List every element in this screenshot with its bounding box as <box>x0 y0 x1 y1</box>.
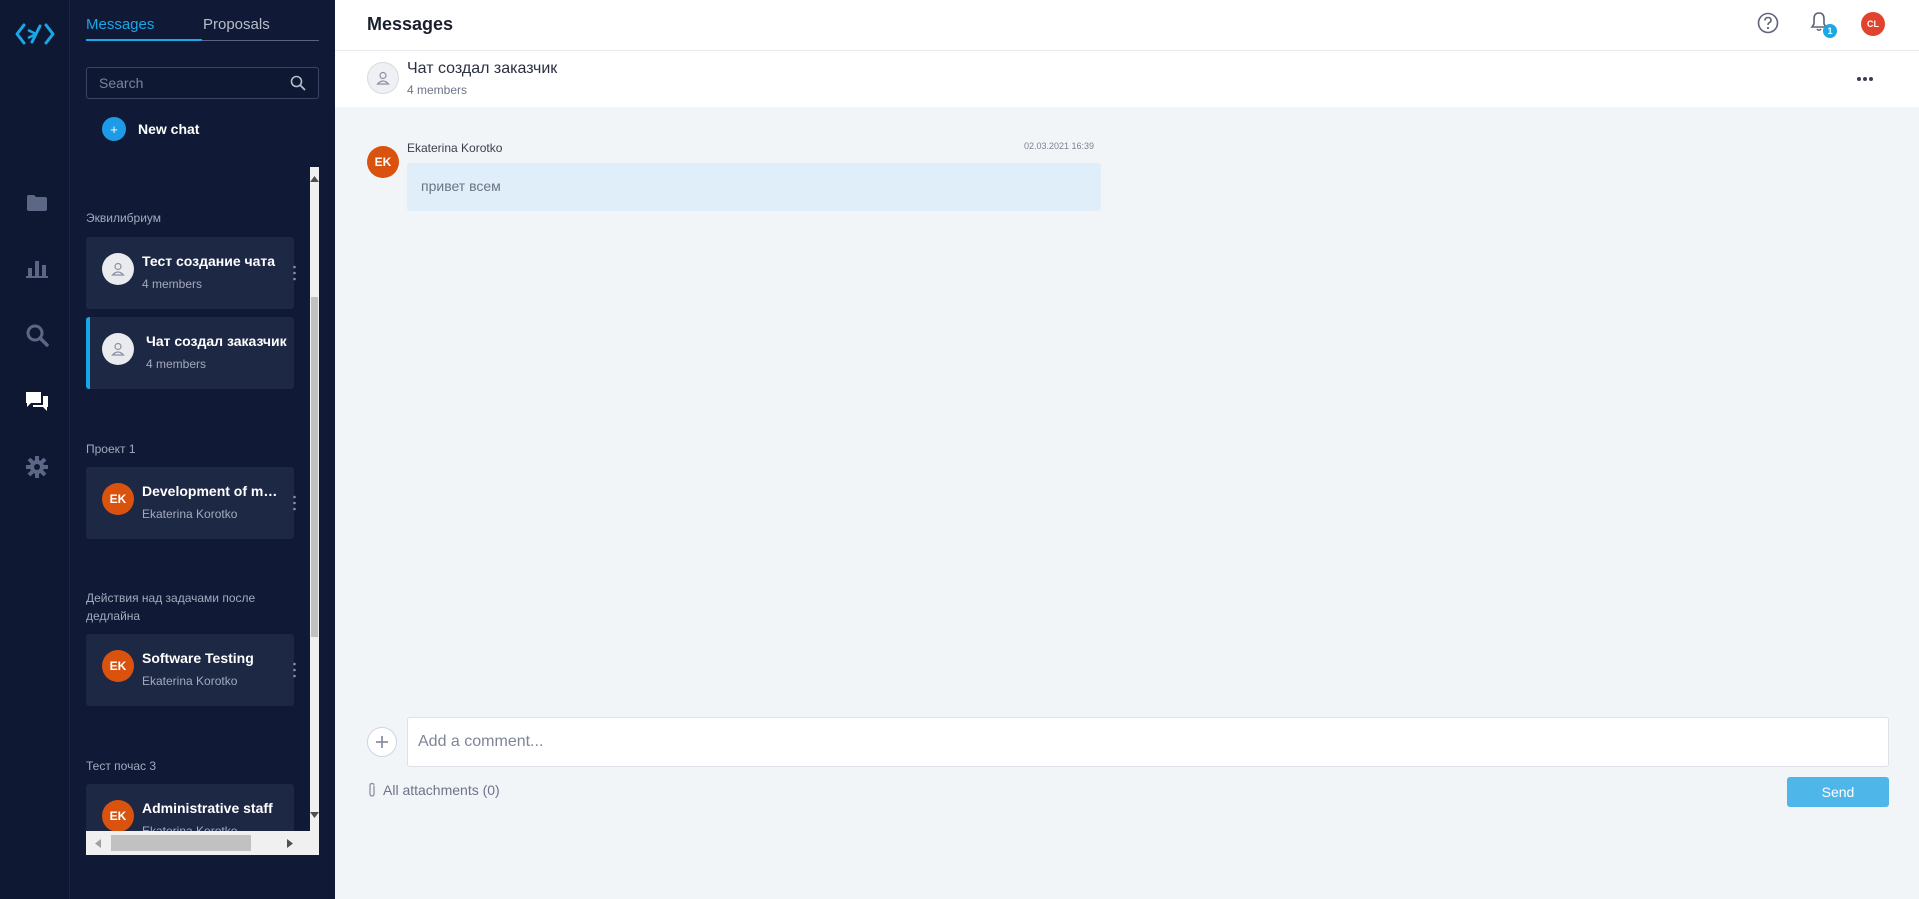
comment-input[interactable] <box>408 718 1888 766</box>
plus-icon <box>376 736 388 748</box>
chat-list[interactable]: Эквилибриум Тест создание чата 4 members… <box>86 167 319 855</box>
tab-proposals[interactable]: Proposals <box>203 16 270 33</box>
nav-rail <box>0 0 70 899</box>
rail-bar-chart-icon[interactable] <box>24 255 50 281</box>
chat-name: Тест создание чата <box>142 253 276 269</box>
group-title: Эквилибриум <box>86 211 162 225</box>
rail-chat-icon[interactable] <box>24 388 50 414</box>
message-timestamp: 02.03.2021 16:39 <box>1024 141 1095 151</box>
scrollbar-thumb[interactable] <box>111 835 251 851</box>
group-title: Тест почас 3 <box>86 759 157 773</box>
search-input[interactable] <box>87 68 277 98</box>
scroll-left-arrow-icon[interactable] <box>90 831 106 855</box>
group-avatar-icon <box>102 333 134 365</box>
avatar: EK <box>367 146 399 178</box>
avatar: EK <box>102 800 134 832</box>
group-title: Действия над задачами после дедлайна <box>86 591 256 623</box>
chat-owner: Ekaterina Korotko <box>142 507 238 521</box>
user-avatar[interactable]: CL <box>1861 12 1885 36</box>
vertical-scrollbar[interactable] <box>310 167 319 855</box>
add-attachment-button[interactable] <box>367 727 397 757</box>
more-vertical-icon[interactable] <box>293 265 296 281</box>
chat-name: Administrative staff <box>142 800 273 816</box>
panel-tabs: Messages Proposals <box>86 15 319 41</box>
chat-name: Чат создал заказчик <box>146 333 287 349</box>
all-attachments-link[interactable]: All attachments (0) <box>367 782 500 798</box>
tab-messages[interactable]: Messages <box>86 16 154 33</box>
active-tab-indicator <box>86 39 202 41</box>
plus-icon: + <box>102 117 126 141</box>
paperclip-icon <box>369 782 375 797</box>
top-bar: Messages 1 CL <box>335 0 1919 51</box>
chat-list-item[interactable]: Тест создание чата 4 members <box>86 237 296 309</box>
send-button[interactable]: Send <box>1787 777 1889 807</box>
chat-members: 4 members <box>146 357 207 371</box>
scrollbar-thumb[interactable] <box>311 297 318 637</box>
app-logo-icon[interactable] <box>14 20 56 48</box>
chat-search <box>86 67 319 99</box>
chat-name: Development of mobile app <box>142 483 284 499</box>
chat-title: Чат создал заказчик <box>407 60 558 77</box>
message-bubble: привет всем <box>407 163 1101 211</box>
page-title: Messages <box>367 14 454 34</box>
more-vertical-icon[interactable] <box>293 662 296 678</box>
group-avatar-icon <box>102 253 134 285</box>
chat-list-item-active[interactable]: Чат создал заказчик 4 members <box>86 317 294 389</box>
chat-header: Чат создал заказчик 4 members <box>335 51 1919 107</box>
scroll-up-arrow-icon[interactable] <box>310 171 319 187</box>
rail-folder-icon[interactable] <box>24 190 50 216</box>
attachments-label: All attachments (0) <box>383 782 500 798</box>
message-author: Ekaterina Korotko <box>407 141 503 155</box>
avatar: EK <box>102 483 134 515</box>
scroll-right-arrow-icon[interactable] <box>282 831 298 855</box>
rail-search-icon[interactable] <box>24 322 50 348</box>
group-title: Проект 1 <box>86 442 136 456</box>
chat-list-item[interactable]: EK Software Testing Ekaterina Korotko <box>86 634 296 706</box>
rail-gear-icon[interactable] <box>24 454 50 480</box>
search-icon[interactable] <box>290 75 306 96</box>
chat-owner: Ekaterina Korotko <box>142 674 238 688</box>
more-horizontal-icon[interactable] <box>1856 69 1874 87</box>
comment-box <box>407 717 1889 767</box>
chat-list-item[interactable]: EK Development of mobile app Ekaterina K… <box>86 467 296 539</box>
help-icon[interactable] <box>1757 12 1779 39</box>
notification-badge: 1 <box>1823 24 1837 38</box>
new-chat-button[interactable]: + New chat <box>102 117 199 141</box>
more-vertical-icon[interactable] <box>293 495 296 511</box>
notifications-button[interactable]: 1 <box>1809 11 1837 38</box>
chat-members: 4 members <box>142 277 203 291</box>
new-chat-label: New chat <box>138 121 200 137</box>
avatar: EK <box>102 650 134 682</box>
horizontal-scrollbar[interactable] <box>86 831 319 855</box>
chat-member-count: 4 members <box>407 83 468 97</box>
chat-name: Software Testing <box>142 650 254 666</box>
chat-list-panel: Messages Proposals + New chat Эквилибриу… <box>70 0 335 899</box>
group-avatar-icon <box>367 62 399 94</box>
scroll-down-arrow-icon[interactable] <box>310 807 319 823</box>
